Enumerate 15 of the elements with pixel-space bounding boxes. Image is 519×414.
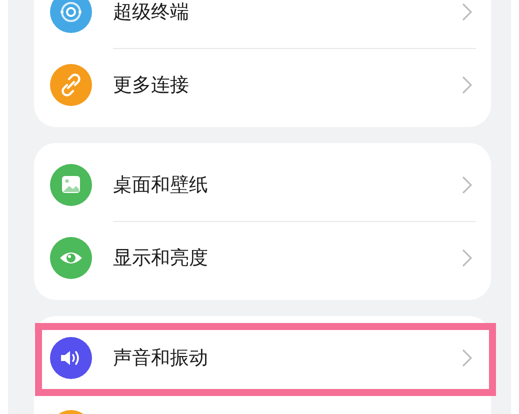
chevron-icon xyxy=(462,349,472,367)
item-label: 超级终端 xyxy=(113,0,190,25)
item-label: 显示和亮度 xyxy=(113,246,209,271)
settings-item[interactable]: 超级终端 xyxy=(34,0,491,48)
chevron-icon xyxy=(462,176,472,194)
item-label: 声音和振动 xyxy=(113,346,209,371)
chevron-icon xyxy=(462,76,472,94)
settings-item[interactable]: 桌面和壁纸 xyxy=(34,149,491,221)
settings-item[interactable]: 更多连接 xyxy=(34,49,491,121)
settings-item[interactable]: 显示和亮度 xyxy=(34,222,491,294)
item-label: 更多连接 xyxy=(113,73,190,98)
chevron-icon xyxy=(462,3,472,21)
chevron-icon xyxy=(462,249,472,267)
settings-item[interactable]: 声音和振动 xyxy=(34,322,491,394)
item-label: 桌面和壁纸 xyxy=(113,173,209,198)
